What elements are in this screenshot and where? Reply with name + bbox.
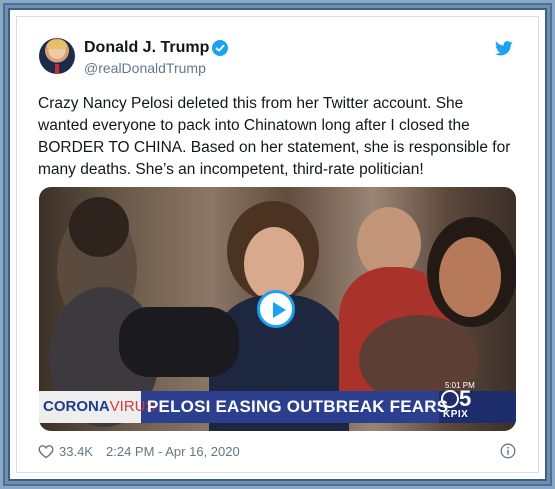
coronavirus-tag: CORONAVIRUS (43, 398, 156, 415)
author-handle[interactable]: @realDonaldTrump (84, 60, 206, 76)
cbs-eye-icon (441, 390, 459, 408)
author-name[interactable]: Donald J. Trump (84, 39, 209, 57)
tweet-card[interactable]: Donald J. Trump @realDonaldTrump Crazy N… (16, 16, 539, 473)
tweet-text: Crazy Nancy Pelosi deleted this from her… (38, 95, 511, 178)
coronavirus-tag-main: CORONA (43, 398, 110, 415)
heart-icon[interactable] (38, 444, 54, 459)
video-player[interactable]: CORONAVIRUS PELOSI EASING OUTBREAK FEARS… (39, 187, 516, 431)
microphones (119, 307, 239, 377)
tweet-timestamp[interactable]: 2:24 PM - Apr 16, 2020 (106, 444, 240, 459)
twitter-bird-icon[interactable] (495, 41, 513, 56)
like-count[interactable]: 33.4K (59, 444, 93, 459)
avatar[interactable] (39, 38, 75, 74)
crowd-person-left-hair (69, 197, 129, 257)
woman-right-face (439, 237, 501, 317)
tweet-footer: 33.4K 2:24 PM - Apr 16, 2020 (38, 443, 516, 463)
news-headline: PELOSI EASING OUTBREAK FEARS (147, 397, 449, 416)
verified-badge-icon (212, 40, 228, 56)
avatar-hair (47, 40, 67, 49)
station-call-sign: KPIX (443, 409, 469, 420)
station-logo: 5 KPIX (439, 386, 479, 422)
info-icon[interactable] (500, 443, 516, 459)
play-button[interactable] (257, 290, 295, 328)
avatar-tie (55, 64, 59, 74)
